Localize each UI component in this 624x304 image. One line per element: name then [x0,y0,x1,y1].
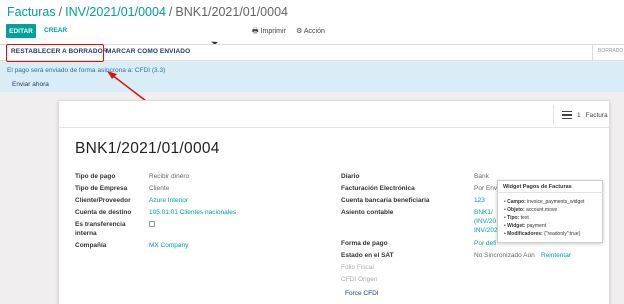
record-title: BNK1/2021/01/0004 [75,140,220,157]
tooltip-row: • Campo: invoice_payments_widget [504,199,585,205]
field-value-journal: Bank [474,173,489,180]
field-label-payment-type: Tipo de pago [75,173,116,180]
tooltip-key: Campo: [507,199,526,205]
invoice-count-label: Factura [585,111,608,119]
tooltip-divider [497,192,603,193]
field-value-journal-entry-2[interactable]: (INV/20 [474,218,496,225]
tooltip-key: Modificadores: [507,231,543,237]
field-label-cfdi-origin: CFDI Origen [341,276,378,283]
tooltip-title: Widget Pagos de Facturas [503,184,572,190]
field-label-journal-entry: Asiento contable [341,209,394,216]
field-label-folio-fiscal: Folio Fiscal [341,264,374,271]
tooltip-row: • Objeto: account.move [504,207,558,213]
tooltip-row: • Tipo: text [504,215,529,221]
field-label-partner: Cliente/Proveedor [75,197,131,204]
tooltip-value: text [520,215,529,221]
retry-button[interactable]: Reintentar [541,252,571,259]
field-value-sat-status: No Sincronizado Aún [474,252,535,259]
field-value-destination-account[interactable]: 105.01.01 Clientes nacionales [149,209,236,216]
field-label-payment-method: Forma de pago [341,240,388,247]
field-label-sat-status: Estado en el SAT [341,252,394,259]
tooltip-key: Widget: [507,223,526,229]
field-label-company: Compañía [75,242,107,249]
field-value-partner-type: Cliente [149,185,170,192]
field-value-beneficiary-bank[interactable]: 123 [474,197,485,204]
tooltip-key: Objeto: [507,207,525,213]
field-value-journal-entry-1[interactable]: BNK1/ [474,209,493,216]
invoice-count: 1 [577,111,581,119]
field-value-journal-entry-3[interactable]: INV/202 [474,227,498,234]
force-cfdi-button[interactable]: Force CFDI [345,290,379,297]
tooltip-value: invoice_payments_widget [527,199,585,205]
tooltip-key: Tipo: [507,215,520,221]
field-label-partner-type: Tipo de Empresa [75,185,128,192]
field-label-beneficiary-bank: Cuenta bancaria beneficiaria [341,197,430,204]
field-value-payment-method[interactable]: Por defi [474,240,496,247]
field-value-partner[interactable]: Azure Interior [149,197,188,204]
field-label-journal: Diario [341,173,360,180]
field-value-company[interactable]: MX Company [149,242,188,249]
sheet-header [58,100,610,128]
tooltip-row: • Modificadores: {"readonly":true} [504,231,581,237]
field-value-payment-type: Recibir dinero [149,173,190,180]
internal-transfer-checkbox[interactable] [149,221,155,227]
list-icon [562,111,572,119]
tooltip-row: • Widget: payment [504,223,547,229]
tooltip-value: account.move [526,207,558,213]
field-label-destination-account: Cuenta de destino [75,209,132,216]
field-label-electronic-invoicing: Facturación Electrónica [341,185,415,192]
field-label-internal-transfer-2: interna [75,230,97,237]
field-label-internal-transfer: Es transferencia [75,221,126,228]
field-value-electronic-invoicing: Por Envi [474,185,499,192]
invoices-smart-button[interactable]: 1 Factura [553,105,610,125]
tooltip-value: {"readonly":true} [544,231,581,237]
tooltip-value: payment [526,223,547,229]
